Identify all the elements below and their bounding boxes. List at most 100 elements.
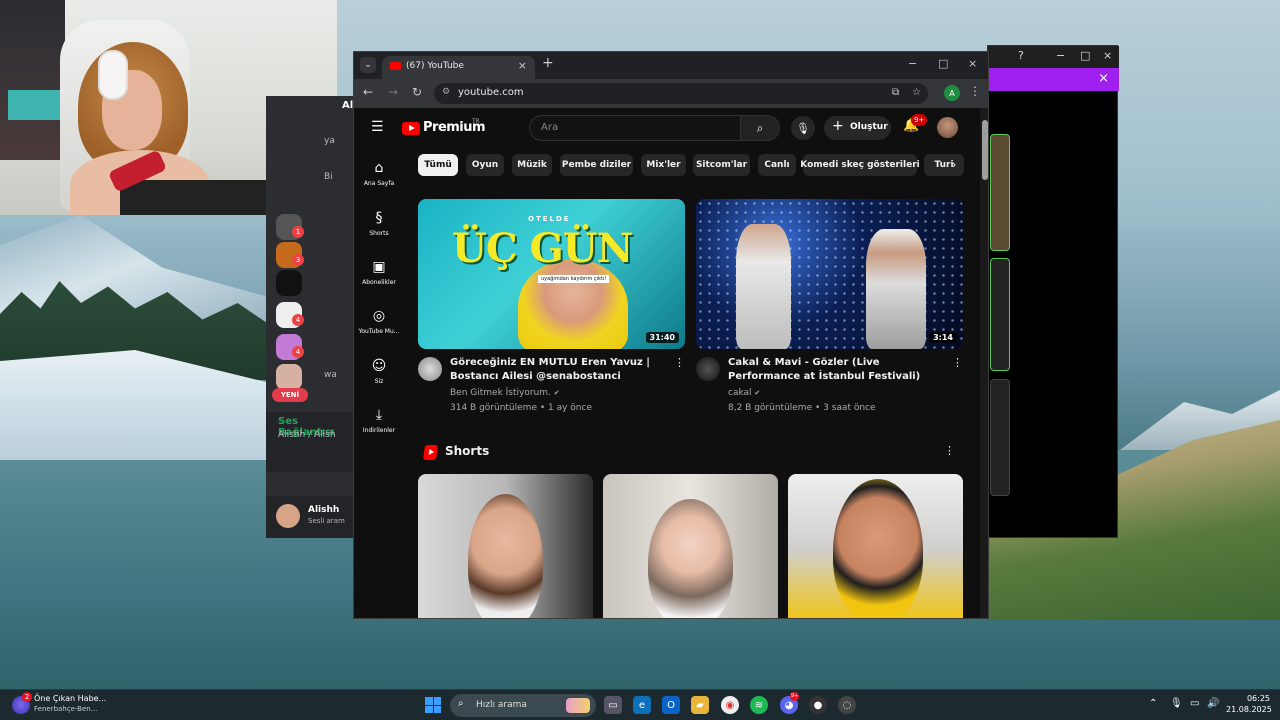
thumbnail-title: ÜÇ GÜN bbox=[452, 225, 633, 272]
chip-music[interactable]: Müzik bbox=[512, 154, 552, 176]
clock-time: 06:25 bbox=[1246, 694, 1270, 703]
cast-icon[interactable]: ⧉ bbox=[892, 87, 899, 98]
guide-item-subscriptions[interactable]: ▣ Abonelikler bbox=[354, 259, 404, 286]
guide-item-youtube-music[interactable]: ◎ YouTube Mu... bbox=[354, 308, 404, 335]
guide-item-you[interactable]: ☺ Siz bbox=[354, 358, 404, 385]
address-bar[interactable]: ⚙ youtube.com ⧉ ☆ bbox=[434, 83, 928, 104]
chevron-right-icon[interactable]: › bbox=[952, 158, 956, 171]
network-icon[interactable]: ▭ bbox=[1190, 698, 1199, 709]
obs-icon[interactable]: ● bbox=[809, 696, 827, 714]
create-button[interactable]: + Oluştur bbox=[824, 116, 891, 140]
microphone-icon[interactable]: 🎙 bbox=[791, 116, 815, 140]
site-info-icon[interactable]: ⚙ bbox=[442, 87, 450, 97]
shorts-icon bbox=[422, 445, 439, 460]
scrollbar[interactable] bbox=[980, 108, 988, 618]
discord-badge: 9+ bbox=[790, 692, 799, 701]
video-channel[interactable]: cakal ✔ bbox=[728, 388, 760, 398]
guide-item-home[interactable]: ⌂ Ana Sayfa bbox=[354, 160, 404, 187]
scrollbar-thumb[interactable] bbox=[982, 120, 988, 180]
search-placeholder: Ara bbox=[541, 122, 559, 133]
chip-comedy-sketches[interactable]: Komedi skeç gösterileri bbox=[800, 154, 920, 176]
tab-close-icon[interactable]: × bbox=[518, 59, 527, 72]
discord-window: Al 1 3 4 4 YENİ ya Bi wa Ses Bağlantısı … bbox=[266, 96, 356, 538]
discord-user-status: Sesli aram bbox=[308, 517, 345, 525]
avatar[interactable] bbox=[276, 504, 300, 528]
help-icon[interactable]: ? bbox=[1018, 49, 1024, 62]
discord-server-icon[interactable] bbox=[276, 270, 302, 296]
search-input[interactable]: Ara bbox=[529, 115, 741, 141]
guide-item-downloads[interactable]: ⤓ İndirilenler bbox=[354, 407, 404, 434]
more-options-icon[interactable]: ⋮ bbox=[674, 356, 685, 369]
guide-label: YouTube Mu... bbox=[358, 328, 400, 335]
bookmark-star-icon[interactable]: ☆ bbox=[912, 87, 921, 98]
short-card[interactable] bbox=[603, 474, 778, 618]
chip-gaming[interactable]: Oyun bbox=[466, 154, 504, 176]
discord-server-badge: 4 bbox=[292, 346, 304, 358]
verified-icon: ✔ bbox=[553, 389, 560, 397]
thumbnail-person bbox=[736, 224, 791, 349]
more-options-icon[interactable]: ⋮ bbox=[952, 356, 963, 369]
home-icon: ⌂ bbox=[374, 160, 384, 176]
subscriptions-icon: ▣ bbox=[372, 259, 386, 275]
browser-menu-icon[interactable]: ⋮ bbox=[969, 84, 981, 98]
tab-youtube[interactable]: (67) YouTube × bbox=[382, 56, 535, 79]
avatar[interactable] bbox=[418, 357, 442, 381]
avatar[interactable] bbox=[696, 357, 720, 381]
discord-server-icon[interactable] bbox=[276, 364, 302, 390]
youtube-favicon-icon bbox=[390, 62, 401, 70]
edge-icon[interactable]: e bbox=[633, 696, 651, 714]
chip-travel[interactable]: Turi bbox=[924, 154, 964, 176]
forward-icon[interactable]: → bbox=[388, 85, 398, 99]
back-icon[interactable]: ← bbox=[363, 85, 373, 99]
video-thumbnail[interactable]: OTELDE ÜÇ GÜN uyağımdan kaydırım çıktı! … bbox=[418, 199, 685, 349]
app-icon[interactable]: ◌ bbox=[838, 696, 856, 714]
taskbar-search[interactable]: ⌕ Hızlı arama bbox=[450, 694, 596, 717]
profile-avatar[interactable]: A bbox=[944, 85, 960, 101]
windows-start-icon[interactable] bbox=[425, 697, 441, 713]
more-options-icon[interactable]: ⋮ bbox=[944, 444, 955, 457]
video-title[interactable]: Göreceğiniz EN MUTLU Eren Yavuz | Bostan… bbox=[450, 356, 670, 384]
taskbar: 2 Öne Çıkan Habe... Fenerbahçe-Ben... ⌕ … bbox=[0, 689, 1280, 720]
chip-live[interactable]: Canlı bbox=[758, 154, 796, 176]
chip-all[interactable]: Tümü bbox=[418, 154, 458, 176]
shorts-icon: § bbox=[375, 210, 383, 226]
taskbar-search-text: Hızlı arama bbox=[476, 700, 527, 710]
new-tab-button[interactable]: + bbox=[542, 55, 554, 71]
volume-icon[interactable]: 🔊 bbox=[1207, 698, 1219, 709]
thumbnail-overline: OTELDE bbox=[528, 215, 571, 223]
microphone-icon[interactable]: 🎙 bbox=[1170, 698, 1183, 709]
chevron-up-icon[interactable]: ⌃ bbox=[1149, 698, 1157, 709]
chip-soap-operas[interactable]: Pembe diziler bbox=[560, 154, 633, 176]
minimize-icon[interactable]: − bbox=[908, 57, 917, 70]
youtube-logo-icon bbox=[402, 122, 420, 135]
avatar[interactable] bbox=[937, 117, 958, 138]
outlook-icon[interactable]: O bbox=[662, 696, 680, 714]
clock[interactable]: 06:25 21.08.2025 bbox=[1226, 694, 1272, 714]
spotify-icon[interactable]: ≋ bbox=[750, 696, 768, 714]
short-card[interactable] bbox=[788, 474, 963, 618]
close-icon[interactable]: × bbox=[1098, 71, 1109, 86]
minimize-icon[interactable]: − bbox=[1056, 49, 1065, 62]
search-icon[interactable]: ⌕ bbox=[740, 115, 780, 141]
video-channel[interactable]: Ben Gitmek İstiyorum. ✔ bbox=[450, 388, 560, 398]
guide-label: Siz bbox=[374, 378, 384, 385]
close-icon[interactable]: × bbox=[968, 57, 977, 70]
guide-item-shorts[interactable]: § Shorts bbox=[354, 210, 404, 237]
chrome-icon[interactable]: ◉ bbox=[721, 696, 739, 714]
reload-icon[interactable]: ↻ bbox=[412, 85, 422, 99]
video-title[interactable]: Cakal & Mavi - Gözler (Live Performance … bbox=[728, 356, 948, 384]
short-card[interactable] bbox=[418, 474, 593, 618]
browser-window: ⌄ (67) YouTube × + − □ × ← → ↻ ⚙ youtube… bbox=[353, 51, 989, 619]
discord-server-name: Al bbox=[342, 100, 354, 111]
video-thumbnail[interactable]: 3:14 bbox=[696, 199, 963, 349]
chip-sitcoms[interactable]: Sitcom'lar bbox=[693, 154, 750, 176]
file-explorer-icon[interactable]: ▰ bbox=[691, 696, 709, 714]
chip-mixes[interactable]: Mix'ler bbox=[641, 154, 686, 176]
close-icon[interactable]: × bbox=[1103, 49, 1112, 62]
filter-chips: Tümü Oyun Müzik Pembe diziler Mix'ler Si… bbox=[418, 154, 978, 176]
menu-icon[interactable]: ☰ bbox=[371, 119, 384, 135]
task-view-icon[interactable]: ▭ bbox=[604, 696, 622, 714]
maximize-icon[interactable]: □ bbox=[1080, 49, 1090, 62]
tab-search-icon[interactable]: ⌄ bbox=[360, 57, 376, 73]
maximize-icon[interactable]: □ bbox=[938, 57, 948, 70]
